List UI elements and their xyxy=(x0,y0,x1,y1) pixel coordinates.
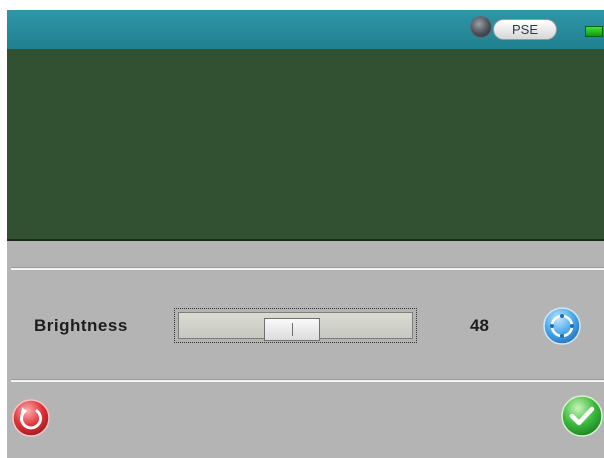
confirm-check-icon xyxy=(561,395,603,437)
pse-button[interactable]: PSE xyxy=(493,19,557,40)
device-screen: PSE Brightness 48 xyxy=(7,10,604,458)
pse-status-indicator-icon xyxy=(471,17,491,37)
auto-adjust-icon xyxy=(543,307,581,345)
brightness-label: Brightness xyxy=(34,316,128,335)
auto-adjust-button[interactable] xyxy=(542,306,582,346)
reset-icon xyxy=(12,399,50,437)
divider-bottom xyxy=(11,379,604,382)
slider-thumb[interactable] xyxy=(264,318,320,341)
battery-icon xyxy=(585,26,603,37)
brightness-slider[interactable] xyxy=(174,308,417,343)
divider-top xyxy=(11,267,604,270)
reset-button[interactable] xyxy=(11,398,51,438)
confirm-button[interactable] xyxy=(560,394,604,438)
status-bar: PSE xyxy=(7,10,604,49)
brightness-value: 48 xyxy=(470,316,489,335)
slider-track[interactable] xyxy=(178,312,413,341)
display-preview-area xyxy=(7,49,604,241)
